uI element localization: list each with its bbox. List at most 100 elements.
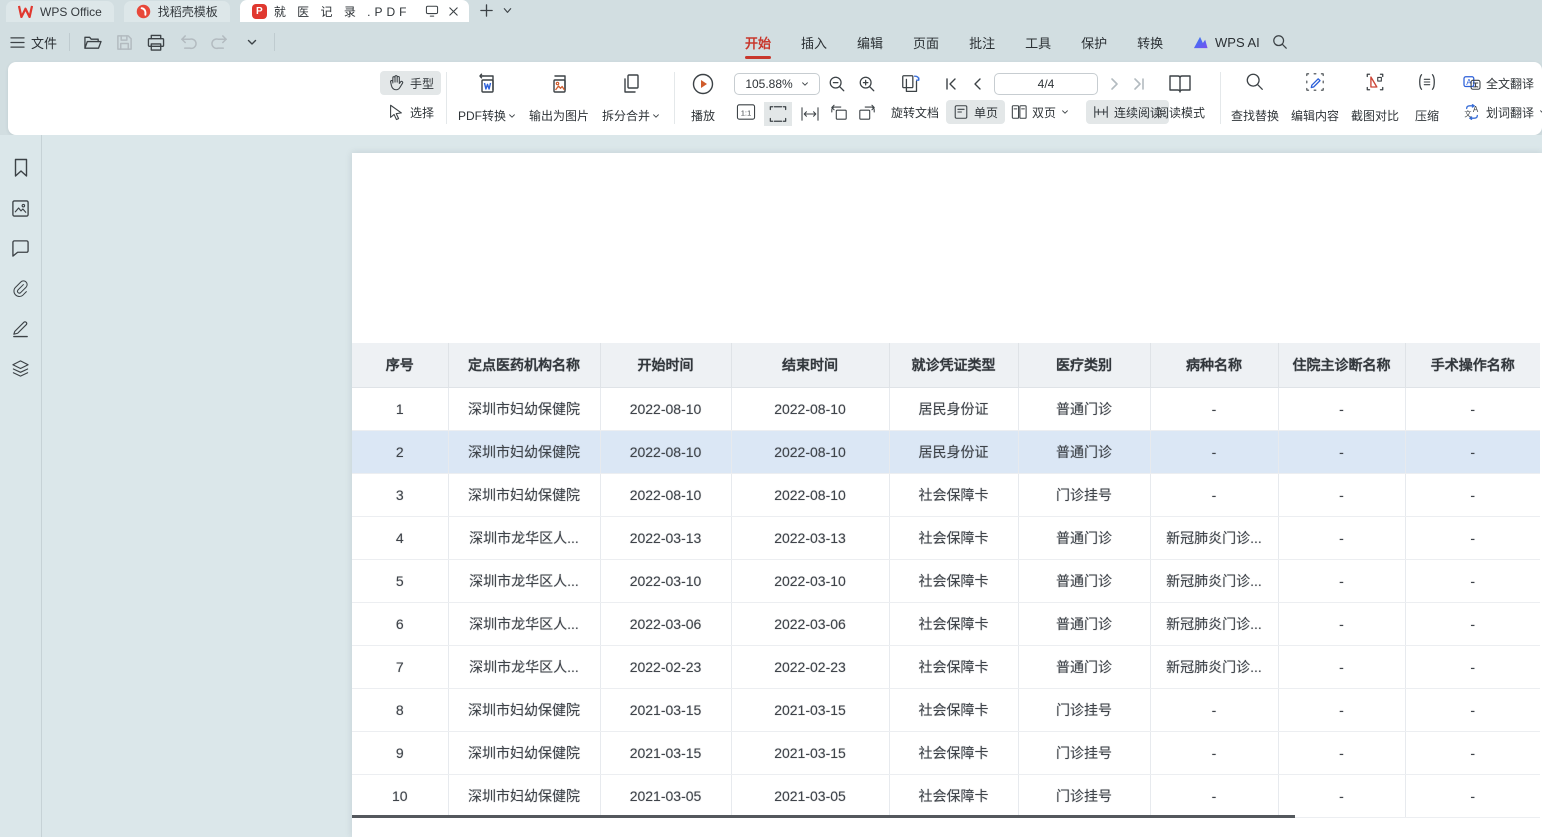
table-cell: 普通门诊 (1018, 602, 1150, 645)
edit-pencil-icon (1305, 72, 1325, 92)
file-menu-label: 文件 (31, 33, 57, 52)
undo-icon[interactable] (178, 32, 198, 52)
table-cell: - (1405, 430, 1540, 473)
attachment-icon[interactable] (10, 277, 32, 299)
wps-ai-button[interactable]: WPS AI (1192, 22, 1260, 62)
table-cell: 普通门诊 (1018, 516, 1150, 559)
menu-item-tab[interactable]: 页面 (898, 22, 954, 62)
select-tool-button[interactable]: 选择 (380, 100, 441, 124)
rotate-pages-icon[interactable] (896, 74, 926, 94)
medical-records-table: 序号定点医药机构名称开始时间结束时间就诊凭证类型医疗类别病种名称住院主诊断名称手… (352, 343, 1540, 818)
menu-search-icon[interactable] (1268, 30, 1292, 54)
menubar: 开始插入编辑页面批注工具保护转换 (730, 22, 1178, 62)
zoom-in-button[interactable] (856, 74, 878, 94)
rotate-left-button[interactable] (828, 102, 850, 122)
table-cell: - (1405, 602, 1540, 645)
table-cell: 门诊挂号 (1018, 731, 1150, 774)
actual-size-button[interactable]: 1:1 (735, 102, 757, 122)
menu-item-tab[interactable]: 转换 (1122, 22, 1178, 62)
word-translate-icon: A文 (1463, 104, 1481, 120)
play-button[interactable]: 播放 (672, 70, 734, 128)
layers-icon[interactable] (10, 357, 32, 379)
menu-item-active[interactable]: 开始 (730, 22, 786, 62)
split-merge-button[interactable]: 拆分合并 (598, 70, 664, 128)
double-page-label: 双页 (1032, 104, 1056, 121)
first-page-button[interactable] (940, 74, 962, 94)
next-page-button[interactable] (1104, 74, 1126, 94)
page-indicator: 4/4 (1038, 77, 1055, 91)
table-cell: 门诊挂号 (1018, 774, 1150, 817)
table-cell: - (1150, 731, 1278, 774)
table-cell: 2022-03-10 (731, 559, 889, 602)
read-mode-button[interactable]: 阅读模式 (1150, 100, 1212, 124)
screenshot-compare-label: 截图对比 (1351, 107, 1399, 124)
redo-icon[interactable] (210, 32, 230, 52)
new-tab-button[interactable] (479, 3, 494, 18)
table-cell: 社会保障卡 (889, 731, 1018, 774)
rotate-right-button[interactable] (856, 102, 878, 122)
screenshot-compare-button[interactable]: 截图对比 (1346, 70, 1404, 128)
svg-text:文: 文 (1464, 109, 1471, 118)
tab-list-chevron-icon[interactable] (502, 5, 513, 16)
monitor-icon[interactable] (424, 4, 439, 19)
prev-page-button[interactable] (966, 74, 988, 94)
read-mode-icon[interactable] (1160, 71, 1200, 97)
single-page-button[interactable]: 单页 (946, 100, 1005, 124)
table-cell: 10 (352, 774, 448, 817)
export-image-button[interactable]: 输出为图片 (526, 70, 592, 128)
fit-width-button[interactable] (796, 102, 824, 126)
table-cell: - (1278, 774, 1405, 817)
close-tab-icon[interactable] (446, 4, 461, 19)
thumbnail-icon[interactable] (10, 197, 32, 219)
comment-icon[interactable] (10, 237, 32, 259)
zoom-level-select[interactable]: 105.88% (734, 73, 820, 95)
rotate-doc-button[interactable]: 旋转文档 (884, 100, 946, 124)
print-icon[interactable] (146, 32, 166, 52)
tab-document-active[interactable]: P 就 医 记 录 .PDF (240, 0, 470, 22)
menu-item-tab[interactable]: 保护 (1066, 22, 1122, 62)
signature-icon[interactable] (10, 317, 32, 339)
save-icon[interactable] (114, 32, 134, 52)
edit-content-button[interactable]: 编辑内容 (1286, 70, 1344, 128)
table-cell: 深圳市龙华区人... (448, 602, 600, 645)
menu-item-tab[interactable]: 工具 (1010, 22, 1066, 62)
table-cell: - (1278, 473, 1405, 516)
menu-item-tab[interactable]: 编辑 (842, 22, 898, 62)
open-file-icon[interactable] (82, 32, 102, 52)
table-bottom-rule (352, 815, 1295, 818)
tab-wps-office[interactable]: WPS Office (6, 1, 114, 22)
menu-item-tab[interactable]: 插入 (786, 22, 842, 62)
zoom-out-button[interactable] (826, 74, 848, 94)
menu-item-tab[interactable]: 批注 (954, 22, 1010, 62)
last-page-button[interactable] (1128, 74, 1150, 94)
table-header-cell: 住院主诊断名称 (1278, 343, 1405, 387)
table-cell: 2022-03-06 (731, 602, 889, 645)
tab-label: WPS Office (40, 5, 102, 19)
table-cell: - (1278, 516, 1405, 559)
table-cell: 2022-08-10 (731, 430, 889, 473)
table-cell: 新冠肺炎门诊... (1150, 516, 1278, 559)
find-replace-button[interactable]: 查找替换 (1226, 70, 1284, 128)
single-page-icon (953, 104, 969, 120)
table-cell: 2021-03-15 (731, 731, 889, 774)
svg-text:A: A (1473, 105, 1479, 114)
bookmark-icon[interactable] (10, 157, 32, 179)
table-cell: 社会保障卡 (889, 774, 1018, 817)
table-cell: 2 (352, 430, 448, 473)
table-cell: 居民身份证 (889, 430, 1018, 473)
word-translate-button[interactable]: A文 划词翻译 (1456, 100, 1542, 124)
table-cell: 深圳市妇幼保健院 (448, 430, 600, 473)
file-menu-button[interactable]: 文件 (10, 33, 57, 52)
toolbar-chevron-icon[interactable] (242, 32, 262, 52)
full-translate-button[interactable]: A 全文翻译 (1456, 71, 1541, 95)
fit-page-button[interactable] (764, 102, 792, 126)
table-cell: 社会保障卡 (889, 559, 1018, 602)
pdf-convert-button[interactable]: PDF转换 (454, 70, 520, 128)
double-page-button[interactable]: 双页 (1004, 100, 1076, 124)
hand-tool-button[interactable]: 手型 (380, 71, 441, 95)
compress-button[interactable]: 压缩 (1402, 70, 1452, 128)
page-number-input[interactable]: 4/4 (994, 73, 1098, 95)
tab-docer-template[interactable]: 找稻壳模板 (124, 1, 230, 22)
table-cell: - (1150, 430, 1278, 473)
table-header-cell: 病种名称 (1150, 343, 1278, 387)
